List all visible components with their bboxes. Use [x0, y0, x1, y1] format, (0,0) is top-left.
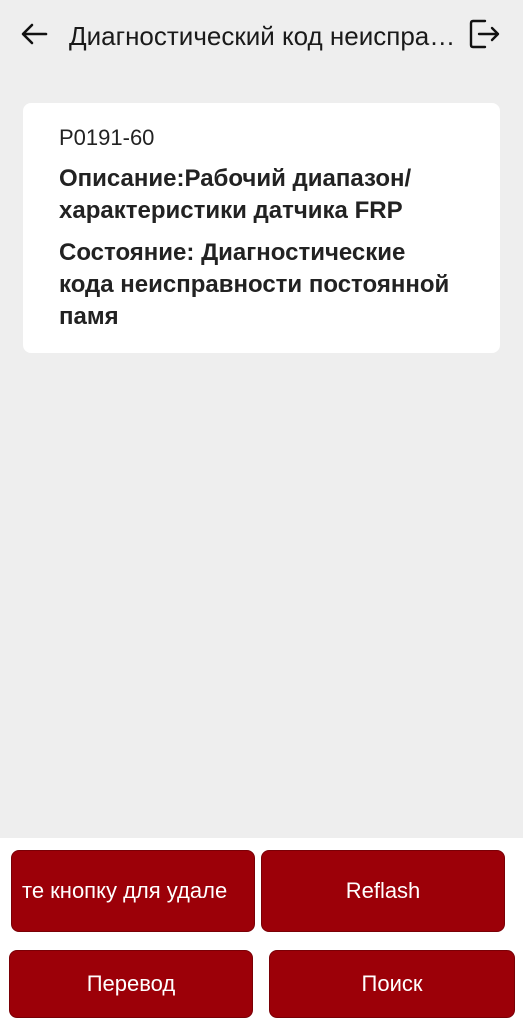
exit-icon	[469, 19, 500, 49]
state-label: Состояние:	[59, 239, 195, 266]
reflash-button[interactable]: Reflash	[261, 850, 505, 932]
description-label: Описание:	[59, 165, 185, 192]
search-button[interactable]: Поиск	[269, 950, 515, 1018]
header-bar: Диагностический код неисправности	[0, 0, 523, 72]
dtc-code: P0191-60	[59, 125, 155, 150]
translate-button[interactable]: Перевод	[9, 950, 253, 1018]
dtc-description: Описание:Рабочий диапазон/характеристики…	[59, 163, 459, 227]
dtc-card: P0191-60 Описание:Рабочий диапазон/харак…	[23, 103, 500, 353]
page-title: Диагностический код неисправности	[69, 21, 469, 51]
dtc-state: Состояние: Диагностические кода неисправ…	[59, 237, 459, 333]
delete-codes-button[interactable]: те кнопку для удале	[11, 850, 255, 932]
back-button[interactable]	[16, 16, 52, 52]
arrow-left-icon	[21, 23, 48, 45]
exit-button[interactable]	[464, 14, 504, 54]
